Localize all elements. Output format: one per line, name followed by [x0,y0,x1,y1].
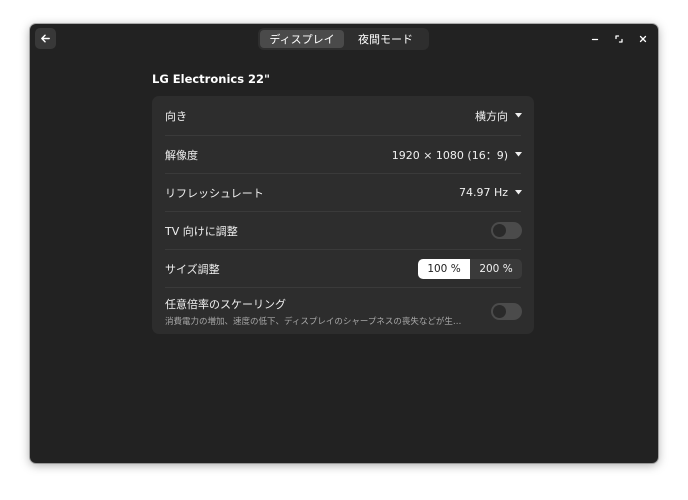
resolution-label: 解像度 [165,148,198,162]
toggle-knob [493,304,506,318]
monitor-title: LG Electronics 22" [152,72,271,86]
resolution-row[interactable]: 解像度 1920 × 1080 (16：9) [152,136,534,173]
scale-200-button[interactable]: 200 % [470,259,522,279]
back-button[interactable] [35,28,56,49]
resolution-value: 1920 × 1080 (16：9) [391,148,508,162]
refresh-rate-value: 74.97 Hz [458,186,508,199]
orientation-dropdown[interactable]: 横方向 [475,108,522,124]
tab-display[interactable]: ディスプレイ [260,30,344,48]
maximize-button[interactable] [611,31,627,47]
close-icon [639,35,647,43]
scale-selector: 100 % 200 % [418,258,522,279]
fractional-scaling-toggle[interactable] [491,302,522,320]
tv-adjust-label: TV 向けに調整 [165,224,238,238]
chevron-down-icon [515,113,522,118]
close-button[interactable] [635,31,651,47]
orientation-label: 向き [165,109,187,123]
tv-adjust-row: TV 向けに調整 [152,212,534,249]
scale-100-button[interactable]: 100 % [418,258,470,279]
settings-window: ディスプレイ 夜間モード LG Electronics 22" 向き 横方向 解… [30,24,658,463]
tv-adjust-toggle[interactable] [491,222,522,239]
maximize-icon [615,35,623,43]
fractional-scaling-description: 消費電力の増加、速度の低下、ディスプレイのシャープネスの喪失などが生… [165,316,462,327]
minimize-icon [591,38,599,41]
scale-row: サイズ調整 100 % 200 % [152,250,534,287]
header-bar: ディスプレイ 夜間モード [30,24,658,54]
back-arrow-icon [41,34,50,43]
fractional-scaling-label: 任意倍率のスケーリング [165,297,286,311]
orientation-row[interactable]: 向き 横方向 [152,96,534,135]
toggle-knob [493,224,506,237]
fractional-scaling-text: 任意倍率のスケーリング 消費電力の増加、速度の低下、ディスプレイのシャープネスの… [165,296,491,327]
refresh-rate-dropdown[interactable]: 74.97 Hz [459,186,522,199]
chevron-down-icon [515,152,522,157]
fractional-scaling-row: 任意倍率のスケーリング 消費電力の増加、速度の低下、ディスプレイのシャープネスの… [152,288,534,334]
view-switcher: ディスプレイ 夜間モード [258,28,429,50]
scale-label: サイズ調整 [165,262,220,276]
orientation-value: 横方向 [475,109,508,123]
chevron-down-icon [515,190,522,195]
tab-night-mode[interactable]: 夜間モード [344,30,427,48]
resolution-dropdown[interactable]: 1920 × 1080 (16：9) [392,147,522,163]
refresh-rate-row[interactable]: リフレッシュレート 74.97 Hz [152,174,534,211]
minimize-button[interactable] [587,31,603,47]
refresh-rate-label: リフレッシュレート [165,186,264,200]
display-settings-list: 向き 横方向 解像度 1920 × 1080 (16：9) リフレッシュレート … [152,96,534,334]
